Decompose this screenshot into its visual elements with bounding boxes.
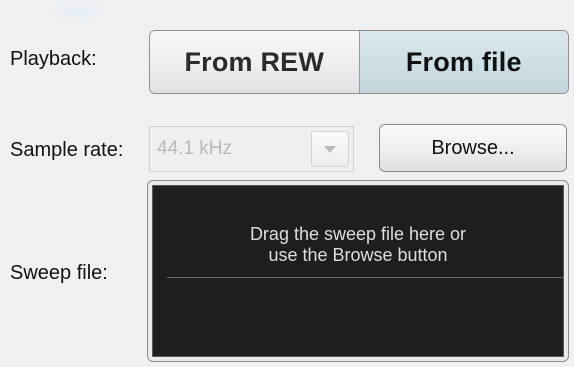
sweep-file-drop-zone[interactable]: Drag the sweep file here or use the Brow… <box>152 185 564 357</box>
drop-zone-text-line2: use the Browse button <box>268 245 448 265</box>
from-rew-segment[interactable]: From REW <box>150 31 360 93</box>
from-file-segment[interactable]: From file <box>359 31 568 93</box>
drop-zone-text: Drag the sweep file here or use the Brow… <box>153 224 563 266</box>
top-glow-decoration <box>42 0 112 22</box>
playback-label: Playback: <box>10 48 97 70</box>
sample-rate-dropdown[interactable]: 44.1 kHz <box>149 126 354 172</box>
sweep-file-drop-frame: Drag the sweep file here or use the Brow… <box>147 180 569 362</box>
sweep-file-label: Sweep file: <box>10 262 108 284</box>
sample-rate-dropdown-button[interactable] <box>311 131 349 167</box>
sample-rate-value: 44.1 kHz <box>157 138 232 159</box>
browse-button[interactable]: Browse... <box>379 124 567 172</box>
sample-rate-label: Sample rate: <box>10 139 124 161</box>
drop-zone-divider <box>167 277 563 278</box>
drop-zone-text-line1: Drag the sweep file here or <box>249 224 467 244</box>
chevron-down-icon <box>324 145 336 153</box>
playback-segmented-control: From REW From file <box>149 30 569 94</box>
